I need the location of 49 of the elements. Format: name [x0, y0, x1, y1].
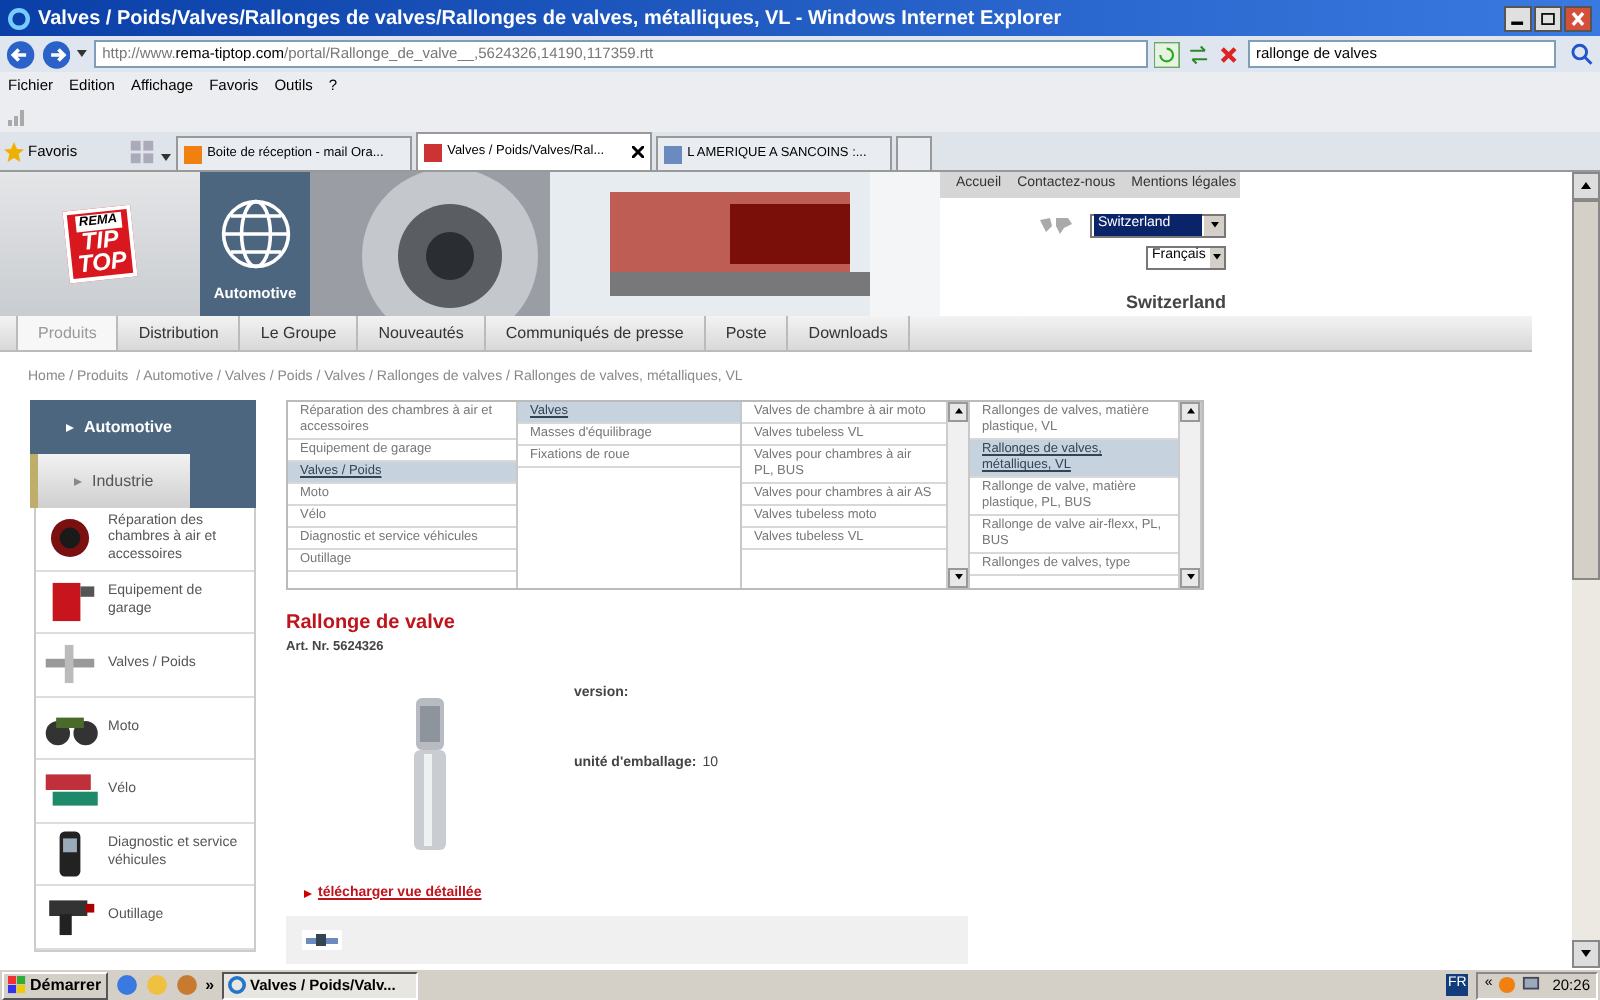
- window-title: Valves / Poids/Valves/Rallonges de valves/Rallonges de valves, métalliques, VL - Windows Internet Explorer: [38, 5, 1064, 33]
- caret-icon: [953, 574, 963, 582]
- caret-icon: [159, 154, 172, 164]
- product-title: Rallonge de valve: [286, 610, 457, 638]
- section-tab[interactable]: Industrie: [30, 454, 190, 508]
- globe-icon: [219, 197, 291, 270]
- country-heading: Switzerland: [1125, 289, 1226, 315]
- grid-icon[interactable]: [127, 138, 156, 166]
- chevron-button[interactable]: »: [205, 973, 215, 997]
- caret-icon: [1185, 574, 1195, 582]
- minimize-icon[interactable]: [1504, 5, 1532, 31]
- close-icon[interactable]: [631, 146, 644, 158]
- nav-tab[interactable]: Poste: [705, 316, 789, 350]
- caret-icon: [1211, 253, 1222, 261]
- caret-icon: [1185, 408, 1195, 416]
- arrow-icon: [66, 423, 74, 431]
- maximize-icon[interactable]: [1534, 5, 1562, 31]
- nav-tab[interactable]: Downloads: [788, 316, 910, 350]
- monitor-icon[interactable]: [1522, 976, 1541, 994]
- nav-tab[interactable]: Nouveautés: [358, 316, 486, 350]
- caret-icon: [1580, 181, 1592, 191]
- nav-tab[interactable]: Communiqués de presse: [485, 316, 706, 350]
- signal-icon: [8, 106, 28, 126]
- star-icon[interactable]: [4, 142, 24, 162]
- caret-icon: [1209, 221, 1219, 229]
- nav-tab[interactable]: Distribution: [118, 316, 241, 350]
- site-icon: [423, 143, 442, 161]
- stop-icon[interactable]: [1216, 41, 1242, 67]
- arrow-icon: [304, 890, 312, 898]
- site-icon: [663, 145, 682, 163]
- caret-icon: [953, 408, 963, 416]
- start-button[interactable]: Démarrer: [2, 971, 108, 999]
- nav-tab[interactable]: Le Groupe: [240, 316, 359, 350]
- caret-icon: [1580, 949, 1592, 959]
- windows-flag-icon: [8, 976, 26, 994]
- site-icon: [183, 145, 202, 163]
- launch-icon[interactable]: [115, 974, 138, 996]
- world-map-icon: [1038, 215, 1074, 235]
- new-tab-button[interactable]: [895, 136, 932, 170]
- forward-icon[interactable]: [41, 39, 71, 69]
- arrow-icon: [74, 477, 82, 485]
- caret-icon: [76, 49, 89, 59]
- browser-logo-icon: [8, 7, 30, 29]
- search-icon[interactable]: [1570, 42, 1594, 66]
- back-icon[interactable]: [6, 39, 36, 69]
- page-scrollbar[interactable]: [1572, 172, 1600, 968]
- browser-logo-icon: [228, 976, 247, 994]
- close-icon[interactable]: [1564, 5, 1592, 31]
- launch-icon[interactable]: [175, 974, 198, 996]
